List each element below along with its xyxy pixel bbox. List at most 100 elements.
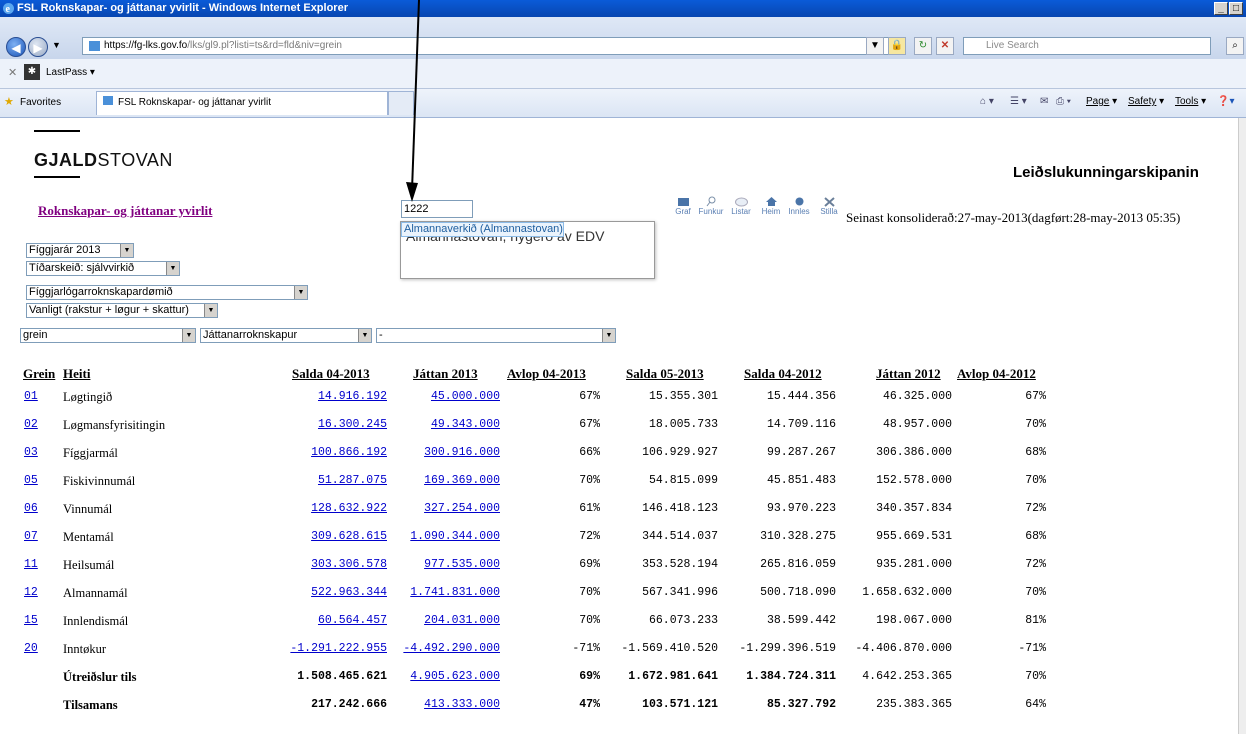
close-toolbar-icon[interactable]: ✕ <box>8 66 17 79</box>
table-row: 01 Løgtingið 14.916.192 45.000.000 67% 15.355… <box>0 390 1238 418</box>
vertical-scrollbar[interactable] <box>1238 118 1246 734</box>
jattan-2013-cell[interactable]: 327.254.000 <box>390 502 500 515</box>
col-header-heiti[interactable]: Heiti <box>63 366 90 382</box>
salda-04-2012-cell: 93.970.223 <box>766 502 836 515</box>
lastpass-logo-icon: ✱ <box>24 64 40 80</box>
salda-04-2013-cell[interactable]: 51.287.075 <box>176 474 387 487</box>
favorites-button[interactable]: Favorites <box>20 97 61 108</box>
jattan-2013-cell[interactable]: 977.535.000 <box>390 558 500 571</box>
lastpass-menu[interactable]: LastPass ▾ <box>46 67 95 78</box>
salda-04-2012-cell: 15.444.356 <box>766 390 836 403</box>
browser-tab[interactable]: FSL Roknskapar- og játtanar yvirlit <box>96 91 388 115</box>
grein-link[interactable]: 15 <box>24 614 38 627</box>
salda-04-2013-cell[interactable]: 16.300.245 <box>176 418 387 431</box>
salda-04-2013-cell[interactable]: 100.866.192 <box>176 446 387 459</box>
logo-rest-part: STOVAN <box>97 150 173 170</box>
print-icon[interactable]: ⎙ ▾ <box>1056 96 1071 107</box>
jattan-2013-cell[interactable]: 300.916.000 <box>390 446 500 459</box>
salda-04-2013-cell[interactable]: -1.291.222.955 <box>176 642 387 655</box>
grein-link[interactable]: 02 <box>24 418 38 431</box>
col-header-salda-04-2012[interactable]: Salda 04-2012 <box>744 366 822 382</box>
home-icon[interactable]: ⌂ ▾ <box>980 96 994 107</box>
jattan-2013-cell[interactable]: 45.000.000 <box>390 390 500 403</box>
minimize-button[interactable]: _ <box>1214 2 1228 15</box>
listar-button[interactable]: Listar <box>726 196 756 216</box>
favorites-star-icon[interactable]: ★ <box>4 95 14 108</box>
forward-button[interactable]: ▶ <box>28 37 48 57</box>
settings-icon <box>823 197 835 207</box>
tools-menu[interactable]: Tools ▾ <box>1175 96 1206 107</box>
level-select[interactable]: grein ▼ <box>20 328 196 343</box>
salda-04-2012-cell: 45.851.483 <box>766 474 836 487</box>
safety-menu[interactable]: Safety ▾ <box>1128 96 1164 107</box>
col-header-jattan-2012[interactable]: Játtan 2012 <box>876 366 941 382</box>
jattan-2013-cell[interactable]: 49.343.000 <box>390 418 500 431</box>
salda-04-2013-cell[interactable]: 60.564.457 <box>176 614 387 627</box>
col-header-salda-04-2013[interactable]: Salda 04-2013 <box>292 366 370 382</box>
filter-select[interactable]: - ▼ <box>376 328 616 343</box>
salda-04-2013-cell[interactable]: 309.628.615 <box>176 530 387 543</box>
mode-select[interactable]: Vanligt (rakstur + løgur + skattur) ▼ <box>26 303 218 318</box>
year-select-value: Fíggjarár 2013 <box>29 244 101 256</box>
totals-label: Tilsamans <box>63 698 118 712</box>
col-header-salda-05-2013[interactable]: Salda 05-2013 <box>626 366 704 382</box>
salda-04-2013-cell[interactable]: 128.632.922 <box>176 502 387 515</box>
mail-icon[interactable]: ✉ <box>1040 96 1048 107</box>
maximize-button[interactable]: □ <box>1229 2 1243 15</box>
annotation-arrow <box>406 0 420 202</box>
budget-type-select[interactable]: Fíggjarlógarroknskapardømið ▼ <box>26 285 308 300</box>
page-menu[interactable]: Page ▾ <box>1086 96 1117 107</box>
table-row: 12 Almannamál 522.963.344 1.741.831.000 70% 5… <box>0 586 1238 614</box>
jattan-2013-cell[interactable]: 204.031.000 <box>390 614 500 627</box>
grein-link[interactable]: 01 <box>24 390 38 403</box>
graph-icon <box>677 198 689 206</box>
col-header-avlop-04-2012[interactable]: Avlop 04-2012 <box>957 366 1036 382</box>
grein-link[interactable]: 11 <box>24 558 38 571</box>
address-dropdown-icon[interactable]: ▼ <box>866 37 884 55</box>
graf-button[interactable]: Graf <box>668 196 698 216</box>
toolbar-icons: Graf Funkur Listar Heim Innles Stilla <box>668 196 844 226</box>
account-type-select[interactable]: Játtanarroknskapur ▼ <box>200 328 372 343</box>
period-select[interactable]: Tíðarskeið: sjálvvirkið ▼ <box>26 261 180 276</box>
jattan-2013-cell[interactable]: -4.492.290.000 <box>390 642 500 655</box>
col-header-avlop-04-2013[interactable]: Avlop 04-2013 <box>507 366 586 382</box>
jattan-2013-cell[interactable]: 413.333.000 <box>390 698 500 711</box>
salda-04-2013-cell[interactable]: 522.963.344 <box>176 586 387 599</box>
heim-button[interactable]: Heim <box>756 196 786 216</box>
feeds-icon[interactable]: ☰ ▾ <box>1010 96 1027 107</box>
level-select-value: grein <box>23 329 48 341</box>
suggestion-item[interactable]: Almannaverkið (Almannastovan) <box>401 222 564 237</box>
refresh-icon[interactable]: ↻ <box>914 37 932 55</box>
jattan-2013-cell[interactable]: 4.905.623.000 <box>390 670 500 683</box>
jattan-2013-cell[interactable]: 1.090.344.000 <box>390 530 500 543</box>
salda-04-2013-cell[interactable]: 14.916.192 <box>176 390 387 403</box>
grein-link[interactable]: 05 <box>24 474 38 487</box>
col-header-grein[interactable]: Grein <box>23 366 55 382</box>
stop-icon[interactable]: ✕ <box>936 37 954 55</box>
grein-link[interactable]: 07 <box>24 530 38 543</box>
jattan-2013-cell[interactable]: 169.369.000 <box>390 474 500 487</box>
jattan-2013-cell[interactable]: 1.741.831.000 <box>390 586 500 599</box>
live-search-input[interactable]: Live Search <box>963 37 1211 55</box>
avlop-04-2013-cell: 47% <box>579 698 600 711</box>
totals-label: Útreiðslur tils <box>63 670 137 684</box>
salda-04-2013-cell[interactable]: 303.306.578 <box>176 558 387 571</box>
help-icon[interactable]: ❓▾ <box>1217 96 1234 107</box>
grein-link[interactable]: 20 <box>24 642 38 655</box>
grein-link[interactable]: 12 <box>24 586 38 599</box>
grein-link[interactable]: 03 <box>24 446 38 459</box>
year-select[interactable]: Fíggjarár 2013 ▼ <box>26 243 134 258</box>
back-button[interactable]: ◀ <box>6 37 26 57</box>
search-icon[interactable]: ⌕ <box>1226 37 1244 55</box>
address-input[interactable]: https://fg-lks.gov.fo/lks/gl9.pl?listi=t… <box>82 37 890 55</box>
report-title-link[interactable]: Roknskapar- og játtanar yvirlit <box>38 203 212 219</box>
heiti-cell: Almannamál <box>63 586 128 600</box>
lock-icon[interactable]: 🔒 <box>888 37 906 55</box>
col-header-jattan-2013[interactable]: Játtan 2013 <box>413 366 478 382</box>
grein-link[interactable]: 06 <box>24 502 38 515</box>
history-dropdown-icon[interactable]: ▼ <box>52 40 61 50</box>
funkur-button[interactable]: Funkur <box>696 196 726 216</box>
stilla-button[interactable]: Stilla <box>814 196 844 216</box>
innles-button[interactable]: Innles <box>784 196 814 216</box>
table-row: 02 Løgmansfyrisitingin 16.300.245 49.343.00… <box>0 418 1238 446</box>
